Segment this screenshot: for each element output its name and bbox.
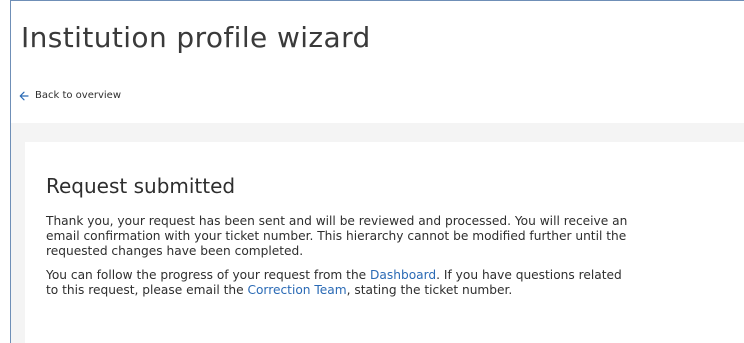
message-line: email confirmation with your ticket numb…: [46, 229, 627, 243]
progress-message: You can follow the progress of your requ…: [46, 268, 744, 298]
message-line: to this request, please email the Correc…: [46, 283, 744, 298]
message-line: Thank you, your request has been sent an…: [46, 214, 628, 228]
back-link-label: Back to overview: [35, 90, 122, 101]
message-text: to this request, please email the: [46, 283, 248, 297]
confirmation-message: Thank you, your request has been sent an…: [46, 214, 744, 259]
back-to-overview-link[interactable]: Back to overview: [19, 90, 121, 101]
message-line: You can follow the progress of your requ…: [46, 268, 744, 283]
dashboard-link[interactable]: Dashboard: [370, 268, 436, 282]
page-title: Institution profile wizard: [21, 21, 371, 54]
app-frame: Institution profile wizard Back to overv…: [10, 0, 744, 343]
arrow-left-icon: [19, 91, 29, 100]
correction-team-link[interactable]: Correction Team: [247, 283, 346, 297]
message-line: requested changes have been completed.: [46, 244, 304, 258]
message-text: . If you have questions related: [436, 268, 622, 282]
card-title: Request submitted: [46, 174, 236, 198]
message-text: You can follow the progress of your requ…: [46, 268, 371, 282]
message-text: , stating the ticket number.: [346, 283, 513, 297]
confirmation-card: Request submitted Thank you, your reques…: [25, 142, 744, 343]
